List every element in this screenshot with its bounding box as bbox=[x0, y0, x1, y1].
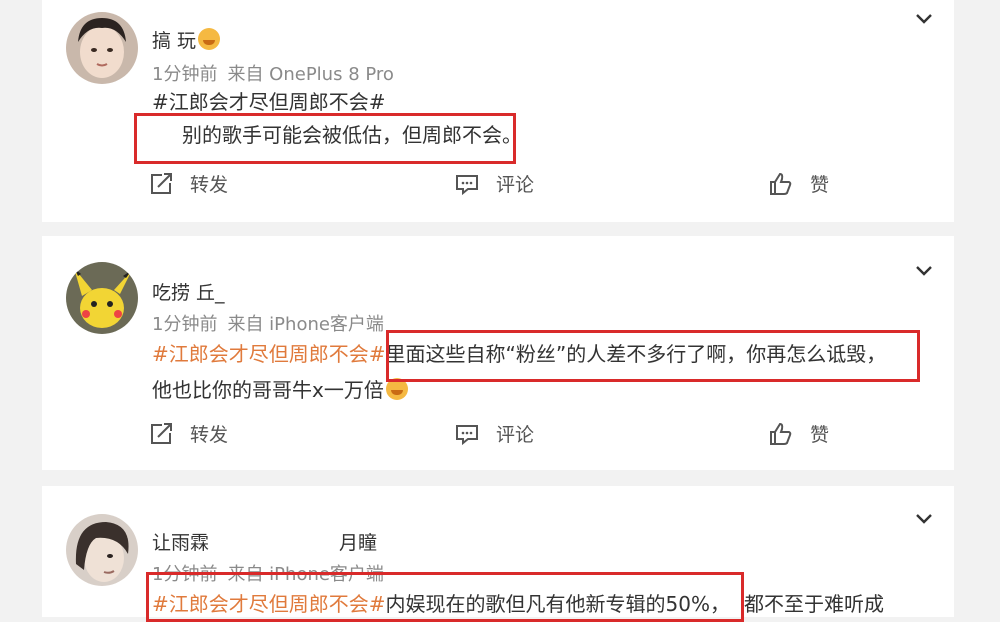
like-button[interactable]: 赞 bbox=[768, 170, 829, 197]
post-text-line1: #江郎会才尽但周郎不会#内娱现在的歌但凡有他新专辑的50%， 都不至于难听成 bbox=[152, 587, 884, 621]
comment-icon bbox=[456, 424, 478, 445]
username-text: 搞 玩 bbox=[152, 30, 197, 52]
avatar[interactable] bbox=[66, 262, 138, 334]
repost-label: 转发 bbox=[190, 174, 229, 196]
post-text-tail: 都不至于难听成 bbox=[743, 592, 884, 616]
topic-link[interactable]: #江郎会才尽但周郎不会# bbox=[152, 592, 386, 616]
comment-button[interactable]: 评论 bbox=[454, 420, 534, 447]
emoji-icon bbox=[385, 378, 408, 400]
weibo-post-3: 让雨霖 月瞳 1分钟前 来自 iPhone客户端 #江郎会才尽但周郎不会#内娱现在的… bbox=[42, 486, 954, 622]
like-icon bbox=[770, 172, 792, 195]
post-meta: 1分钟前 来自 iPhone客户端 bbox=[152, 310, 394, 336]
post-time: 1分钟前 bbox=[152, 564, 218, 585]
post-text: 别的歌手可能会被低估，但周郎不会。 bbox=[182, 123, 522, 147]
post-text: 内娱现在的歌但凡有他新专辑的50%， bbox=[385, 592, 730, 616]
username-text-2: 月瞳 bbox=[339, 532, 378, 554]
action-bar: 转发 评论 赞 bbox=[42, 170, 954, 206]
username[interactable]: 吃捞 丘_ bbox=[152, 278, 225, 305]
comment-button[interactable]: 评论 bbox=[454, 170, 534, 197]
chevron-down-icon[interactable] bbox=[912, 258, 936, 282]
comment-icon bbox=[456, 174, 478, 195]
post-source: 来自 iPhone客户端 bbox=[227, 564, 384, 585]
chevron-down-icon[interactable] bbox=[912, 506, 936, 530]
post-text: 里面这些自称“粉丝”的人差不多行了啊，你再怎么诋毁， bbox=[385, 342, 887, 366]
post-text-line2: 他也比你的哥哥牛x一万倍 bbox=[152, 373, 408, 407]
topic-link[interactable]: #江郎会才尽但周郎不会# bbox=[152, 342, 386, 366]
avatar[interactable] bbox=[66, 514, 138, 586]
post-source: 来自 OnePlus 8 Pro bbox=[227, 64, 394, 85]
like-label: 赞 bbox=[810, 174, 830, 196]
repost-icon bbox=[151, 422, 172, 444]
like-label: 赞 bbox=[810, 424, 830, 446]
action-bar: 转发 评论 赞 bbox=[42, 420, 954, 456]
pikachu-avatar-image bbox=[66, 262, 138, 334]
like-icon bbox=[770, 422, 792, 445]
repost-label: 转发 bbox=[190, 424, 229, 446]
topic-link[interactable]: #江郎会才尽但周郎不会# bbox=[152, 85, 386, 119]
like-button[interactable]: 赞 bbox=[768, 420, 829, 447]
comment-label: 评论 bbox=[496, 174, 535, 196]
post-time: 1分钟前 bbox=[152, 64, 218, 85]
weibo-post-2: 吃捞 丘_ 1分钟前 来自 iPhone客户端 #江郎会才尽但周郎不会#里面这些自… bbox=[42, 236, 954, 470]
emoji-icon bbox=[198, 28, 221, 50]
username-text: 让雨霖 bbox=[152, 532, 210, 554]
post-text-line1: #江郎会才尽但周郎不会#里面这些自称“粉丝”的人差不多行了啊，你再怎么诋毁， bbox=[152, 337, 886, 371]
repost-button[interactable]: 转发 bbox=[148, 420, 228, 447]
chevron-down-icon[interactable] bbox=[912, 6, 936, 30]
post-text-2: 他也比你的哥哥牛x一万倍 bbox=[152, 378, 384, 402]
post-time: 1分钟前 bbox=[152, 314, 218, 335]
comment-label: 评论 bbox=[496, 424, 535, 446]
post-source: 来自 iPhone客户端 bbox=[227, 314, 384, 335]
avatar-image bbox=[66, 12, 138, 84]
avatar[interactable] bbox=[66, 12, 138, 84]
repost-button[interactable]: 转发 bbox=[148, 170, 228, 197]
username[interactable]: 搞 玩 bbox=[152, 26, 221, 53]
post-meta: 1分钟前 来自 OnePlus 8 Pro bbox=[152, 60, 404, 86]
page-gutter bbox=[954, 0, 1000, 617]
post-meta: 1分钟前 来自 iPhone客户端 bbox=[152, 560, 394, 586]
avatar-image bbox=[66, 514, 138, 586]
username[interactable]: 让雨霖 月瞳 bbox=[152, 528, 377, 555]
weibo-post-1: 搞 玩 1分钟前 来自 OnePlus 8 Pro #江郎会才尽但周郎不会# 别的… bbox=[42, 0, 954, 222]
repost-icon bbox=[151, 172, 172, 194]
